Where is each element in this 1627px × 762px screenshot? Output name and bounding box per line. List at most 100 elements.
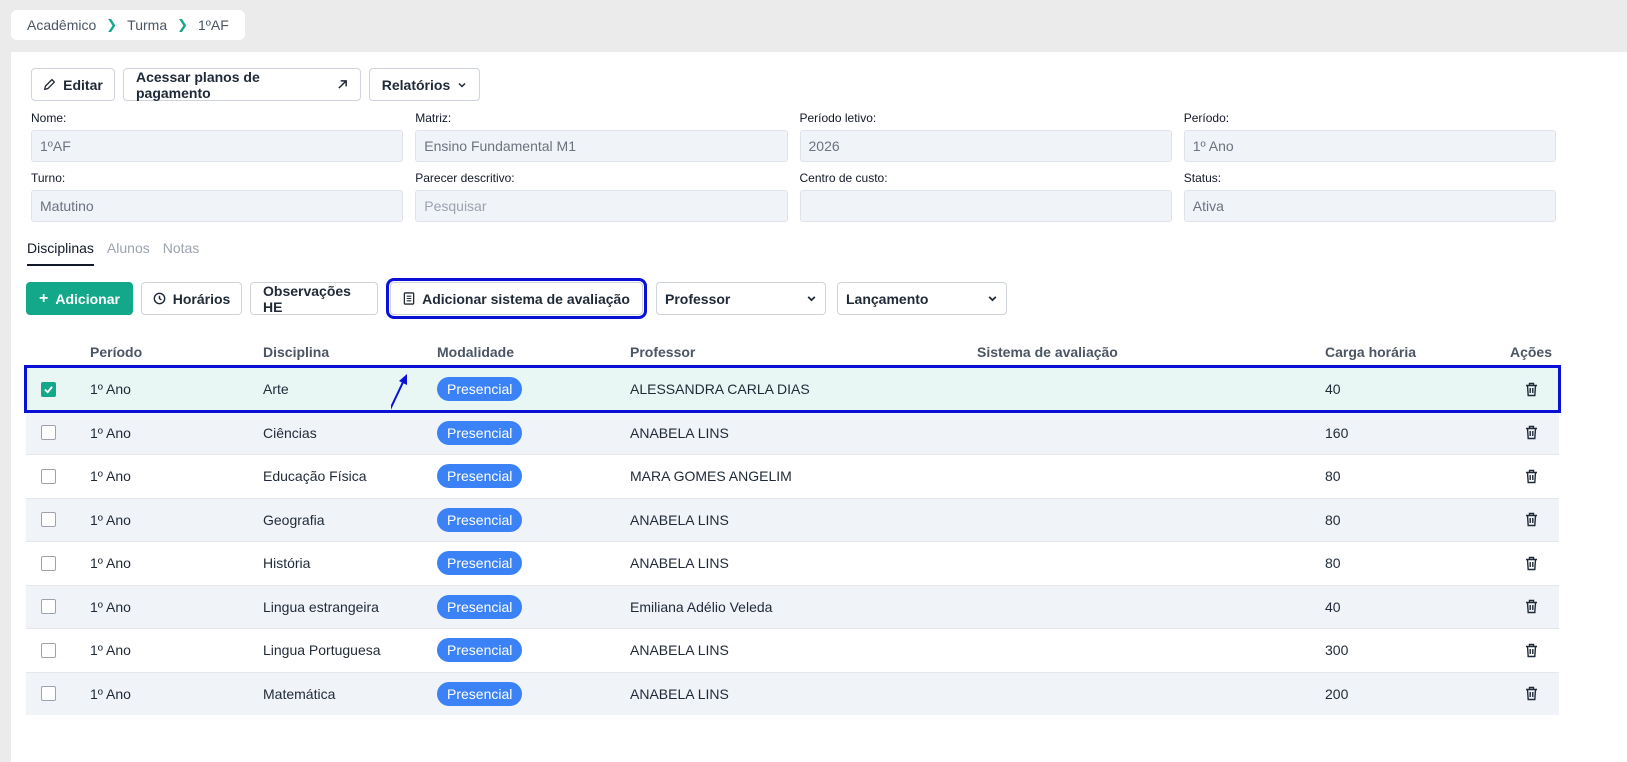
row-checkbox[interactable] <box>41 468 56 484</box>
cell-professor: ALESSANDRA CARLA DIAS <box>630 381 810 398</box>
table-row[interactable]: 1º Ano História Presencial ANABELA LINS 80 <box>26 541 1559 585</box>
table-row[interactable]: 1º Ano Geografia Presencial ANABELA LINS 80 <box>26 497 1559 541</box>
cell-carga: 40 <box>1325 381 1341 398</box>
top-toolbar: Editar Acessar planos de pagamento Relat… <box>31 68 480 101</box>
field-parecer: Parecer descritivo: Pesquisar <box>415 171 788 222</box>
matriz-input[interactable]: Ensino Fundamental M1 <box>415 130 788 162</box>
cell-carga: 300 <box>1325 642 1349 659</box>
trash-icon[interactable] <box>1525 382 1538 397</box>
trash-icon[interactable] <box>1525 599 1538 614</box>
cell-professor: ANABELA LINS <box>630 642 729 659</box>
tab-disciplinas[interactable]: Disciplinas <box>27 240 94 266</box>
cell-periodo: 1º Ano <box>90 598 131 615</box>
add-evaluation-label: Adicionar sistema de avaliação <box>422 290 630 307</box>
trash-icon[interactable] <box>1525 512 1538 527</box>
centro-custo-input[interactable] <box>799 190 1172 222</box>
cell-disciplina: Geografia <box>263 511 325 528</box>
header-sistema[interactable]: Sistema de avaliação <box>977 344 1325 360</box>
reports-dropdown[interactable]: Relatórios <box>369 68 480 101</box>
cell-periodo: 1º Ano <box>90 468 131 485</box>
header-modalidade[interactable]: Modalidade <box>437 344 630 360</box>
periodo-input[interactable]: 1º Ano <box>1183 130 1556 162</box>
row-checkbox[interactable] <box>41 555 56 571</box>
modalidade-badge: Presencial <box>437 464 523 489</box>
header-carga[interactable]: Carga horária <box>1325 344 1503 360</box>
table-body: 1º Ano Arte Presencial ALESSANDRA CARLA DIA… <box>24 365 1561 715</box>
breadcrumb: Acadêmico ❯ Turma ❯ 1ºAF <box>11 10 245 40</box>
cell-carga: 40 <box>1325 598 1341 615</box>
chevron-down-icon <box>458 82 466 88</box>
chevron-down-icon <box>988 296 997 302</box>
header-acoes: Ações <box>1509 344 1553 360</box>
professor-select-label: Professor <box>665 290 731 307</box>
launch-select[interactable]: Lançamento <box>837 282 1007 315</box>
cell-carga: 160 <box>1325 424 1349 441</box>
field-matriz: Matriz: Ensino Fundamental M1 <box>415 111 788 162</box>
cell-carga: 200 <box>1325 685 1349 702</box>
cell-professor: MARA GOMES ANGELIM <box>630 468 792 485</box>
class-detail-card: Editar Acessar planos de pagamento Relat… <box>11 52 1627 762</box>
table-row[interactable]: 1º Ano Educação Física Presencial MARA GOME… <box>26 454 1559 498</box>
trash-icon[interactable] <box>1525 643 1538 658</box>
field-label: Parecer descritivo: <box>415 171 515 185</box>
row-checkbox[interactable] <box>41 599 56 615</box>
row-checkbox[interactable] <box>41 642 56 658</box>
edit-button[interactable]: Editar <box>31 68 115 101</box>
nome-input[interactable]: 1ºAF <box>31 130 404 162</box>
cell-disciplina: Matemática <box>263 685 336 702</box>
table-row[interactable]: 1º Ano Lingua Portuguesa Presencial ANABELA… <box>26 628 1559 672</box>
cell-disciplina: Lingua Portuguesa <box>263 642 381 659</box>
edit-button-label: Editar <box>63 76 103 93</box>
breadcrumb-item-turma[interactable]: Turma <box>127 17 167 33</box>
parecer-search-input[interactable]: Pesquisar <box>415 190 788 222</box>
field-periodo-letivo: Período letivo: 2026 <box>799 112 1172 162</box>
disciplines-actions: + Adicionar Horários Observações HE Adic… <box>26 278 1007 319</box>
cell-periodo: 1º Ano <box>90 642 131 659</box>
notes-he-button[interactable]: Observações HE <box>250 282 378 315</box>
add-button[interactable]: + Adicionar <box>26 282 133 315</box>
header-periodo[interactable]: Período <box>90 344 263 360</box>
modalidade-badge: Presencial <box>437 420 523 445</box>
cell-carga: 80 <box>1325 555 1341 572</box>
table-row[interactable]: 1º Ano Lingua estrangeira Presencial Emilia… <box>26 584 1559 628</box>
cell-carga: 80 <box>1325 468 1341 485</box>
tab-alunos[interactable]: Alunos <box>107 240 150 266</box>
add-button-label: Adicionar <box>55 290 120 307</box>
modalidade-badge: Presencial <box>437 377 523 402</box>
field-label: Matriz: <box>415 111 452 125</box>
cell-periodo: 1º Ano <box>90 511 131 528</box>
modalidade-badge: Presencial <box>437 594 523 619</box>
add-evaluation-system-button[interactable]: Adicionar sistema de avaliação <box>386 278 647 319</box>
tabs: Disciplinas Alunos Notas <box>27 240 199 266</box>
professor-select[interactable]: Professor <box>656 282 826 315</box>
modalidade-badge: Presencial <box>437 551 523 576</box>
field-label: Período: <box>1183 111 1230 125</box>
trash-icon[interactable] <box>1525 469 1538 484</box>
table-row[interactable]: 1º Ano Ciências Presencial ANABELA LINS 160 <box>26 410 1559 454</box>
header-disciplina[interactable]: Disciplina <box>263 344 437 360</box>
row-checkbox[interactable] <box>41 425 56 441</box>
tab-notas[interactable]: Notas <box>163 240 200 266</box>
status-input[interactable]: Ativa <box>1183 190 1556 222</box>
trash-icon[interactable] <box>1525 556 1538 571</box>
row-checkbox[interactable] <box>41 381 56 397</box>
launch-select-label: Lançamento <box>846 290 929 307</box>
row-checkbox[interactable] <box>41 686 56 702</box>
field-label: Status: <box>1183 171 1222 185</box>
breadcrumb-item-academico[interactable]: Acadêmico <box>27 17 96 33</box>
periodo-letivo-input[interactable]: 2026 <box>799 130 1172 162</box>
clock-icon <box>153 292 166 305</box>
pencil-icon <box>44 78 56 91</box>
header-professor[interactable]: Professor <box>630 344 977 360</box>
table-row[interactable]: 1º Ano Matemática Presencial ANABELA LINS 20… <box>26 671 1559 715</box>
payment-plans-button[interactable]: Acessar planos de pagamento <box>123 68 361 101</box>
table-header: Período Disciplina Modalidade Professor … <box>26 337 1559 367</box>
breadcrumb-item-current: 1ºAF <box>198 17 229 33</box>
turno-input[interactable]: Matutino <box>31 190 404 222</box>
trash-icon[interactable] <box>1525 686 1538 701</box>
trash-icon[interactable] <box>1525 425 1538 440</box>
row-checkbox[interactable] <box>41 512 56 528</box>
cell-periodo: 1º Ano <box>90 381 131 398</box>
schedules-button[interactable]: Horários <box>141 282 242 315</box>
table-row[interactable]: 1º Ano Arte Presencial ALESSANDRA CARLA DIA… <box>24 365 1561 413</box>
